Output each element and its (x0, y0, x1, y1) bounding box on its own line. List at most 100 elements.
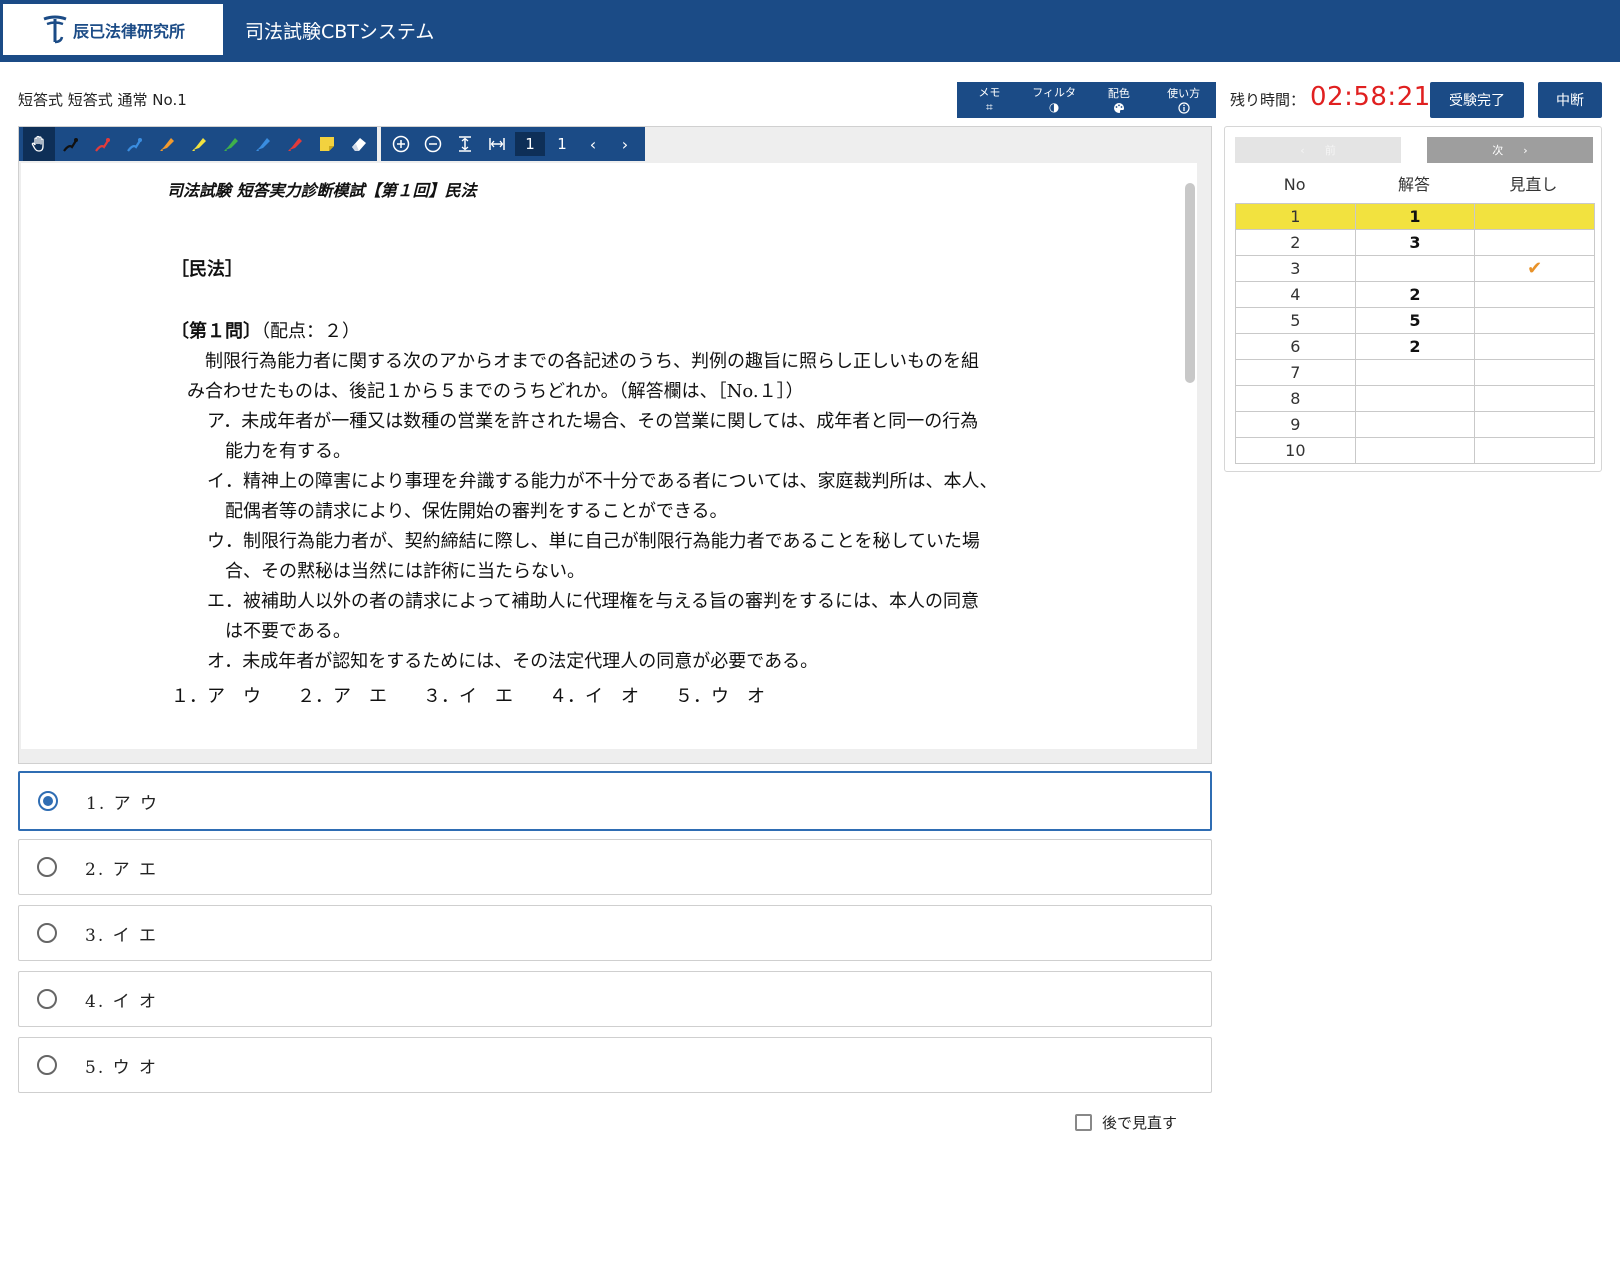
review-cell[interactable] (1474, 437, 1595, 464)
answer-cell[interactable]: 1 (1354, 203, 1476, 230)
color-scheme-label: 配色 (1107, 86, 1130, 100)
question-number-cell[interactable]: 1 (1235, 203, 1356, 230)
review-cell[interactable] (1474, 203, 1595, 230)
marker-icon (192, 138, 206, 151)
sticky-note-tool[interactable] (311, 127, 343, 161)
next-question-button[interactable]: 次 › (1427, 137, 1593, 163)
question-number-cell[interactable]: 4 (1235, 281, 1356, 308)
answer-cell[interactable]: 2 (1354, 333, 1476, 360)
review-cell[interactable] (1474, 229, 1595, 256)
review-cell[interactable] (1474, 307, 1595, 334)
answer-cell[interactable] (1354, 411, 1476, 438)
remaining-time-value: 02:58:21 (1310, 82, 1431, 112)
checkmark-icon: ✔ (1527, 258, 1543, 279)
filter-button[interactable]: フィルタ ◑ (1022, 82, 1087, 118)
pen-blue-tool[interactable] (119, 127, 151, 161)
section-heading: ［民法］ (171, 259, 243, 280)
memo-label: メモ (978, 86, 1001, 99)
review-cell[interactable] (1474, 333, 1595, 360)
review-cell[interactable] (1474, 359, 1595, 386)
question-number-cell[interactable]: 5 (1235, 307, 1356, 334)
answer-option-4[interactable]: 4. イ オ (18, 971, 1212, 1027)
answer-cell[interactable]: 3 (1354, 229, 1476, 256)
table-row[interactable]: 3 ✔ (1235, 255, 1595, 282)
next-page-button[interactable]: › (609, 135, 641, 154)
column-header-no: No (1283, 175, 1306, 194)
answer-option-5[interactable]: 5. ウ オ (18, 1037, 1212, 1093)
review-cell[interactable] (1474, 385, 1595, 412)
document-scrollbar[interactable] (1185, 183, 1195, 383)
answer-choices-line: １．ア ウ ２．ア エ ３．イ エ ４．イ オ ５．ウ オ (171, 686, 765, 707)
radio-button[interactable] (37, 989, 57, 1009)
answer-cell[interactable]: 5 (1354, 307, 1476, 334)
question-number-cell[interactable]: 6 (1235, 333, 1356, 360)
radio-button[interactable] (38, 791, 58, 811)
radio-button[interactable] (37, 857, 57, 877)
review-cell[interactable] (1474, 281, 1595, 308)
table-row[interactable]: 42 (1235, 281, 1595, 308)
statement-u: ウ．制限行為能力者が、契約締結に際し、単に自己が制限行為能力者であることを秘して… (207, 531, 980, 552)
memo-button[interactable]: メモ ⌗ (957, 82, 1022, 118)
marker-green-tool[interactable] (215, 127, 247, 161)
table-row[interactable]: 62 (1235, 333, 1595, 360)
question-number-cell[interactable]: 10 (1235, 437, 1356, 464)
marker-orange-tool[interactable] (151, 127, 183, 161)
review-cell[interactable] (1474, 411, 1595, 438)
review-cell[interactable]: ✔ (1474, 255, 1595, 282)
finish-exam-button[interactable]: 受験完了 (1430, 82, 1524, 118)
zoom-out-button[interactable] (417, 127, 449, 161)
marker-blue-tool[interactable] (247, 127, 279, 161)
answer-cell[interactable] (1354, 359, 1476, 386)
prev-page-button[interactable]: ‹ (577, 135, 609, 154)
document-viewer: 1 1 ‹ › 司法試験 短答実力診断模試【第１回】民法 ［民法］ 〔第１問〕（… (18, 126, 1212, 764)
table-row[interactable]: 23 (1235, 229, 1595, 256)
answer-option-2[interactable]: 2. ア エ (18, 839, 1212, 895)
color-scheme-button[interactable]: 配色 (1087, 82, 1152, 118)
answer-cell[interactable] (1354, 437, 1476, 464)
pen-icon (95, 138, 110, 152)
answer-cell[interactable] (1354, 385, 1476, 412)
exam-label: 短答式 短答式 通常 No.1 (18, 91, 187, 109)
radio-button[interactable] (37, 923, 57, 943)
statement-e-cont: は不要である。 (207, 621, 351, 642)
answer-cell[interactable] (1354, 255, 1476, 282)
answer-cell[interactable]: 2 (1354, 281, 1476, 308)
question-number-cell[interactable]: 7 (1235, 359, 1356, 386)
hand-tool[interactable] (23, 127, 55, 161)
question-number-cell[interactable]: 2 (1235, 229, 1356, 256)
answer-option-label: 2. ア エ (85, 859, 159, 880)
pen-icon (127, 138, 142, 152)
marker-yellow-tool[interactable] (183, 127, 215, 161)
chevron-right-icon: › (1523, 143, 1528, 157)
review-later-checkbox[interactable]: 後で見直す (1075, 1112, 1177, 1133)
table-row[interactable]: 7 (1235, 359, 1595, 386)
marker-icon (224, 138, 238, 151)
table-row[interactable]: 10 (1235, 437, 1595, 464)
fit-width-button[interactable] (481, 127, 513, 161)
pause-button[interactable]: 中断 (1538, 82, 1602, 118)
table-row[interactable]: 8 (1235, 385, 1595, 412)
eraser-icon (352, 138, 366, 151)
table-row[interactable]: 9 (1235, 411, 1595, 438)
zoom-in-button[interactable] (385, 127, 417, 161)
eraser-tool[interactable] (343, 127, 375, 161)
question-number: 〔第１問〕 (171, 321, 261, 342)
question-number-cell[interactable]: 3 (1235, 255, 1356, 282)
radio-button[interactable] (37, 1055, 57, 1075)
pen-black-tool[interactable] (55, 127, 87, 161)
pen-red-tool[interactable] (87, 127, 119, 161)
pen-icon (63, 138, 78, 152)
table-row[interactable]: 55 (1235, 307, 1595, 334)
marker-red-tool[interactable] (279, 127, 311, 161)
answer-option-1[interactable]: 1. ア ウ (18, 771, 1212, 831)
question-number-cell[interactable]: 9 (1235, 411, 1356, 438)
chevron-left-icon: ‹ (1300, 143, 1305, 157)
table-row[interactable]: 11 (1235, 203, 1595, 230)
current-page-input[interactable]: 1 (515, 132, 545, 156)
answer-option-3[interactable]: 3. イ エ (18, 905, 1212, 961)
fit-height-button[interactable] (449, 127, 481, 161)
checkbox-box[interactable] (1075, 1114, 1092, 1131)
help-button[interactable]: 使い方 (1151, 82, 1216, 118)
question-number-cell[interactable]: 8 (1235, 385, 1356, 412)
prev-question-button[interactable]: ‹ 前 (1235, 137, 1401, 163)
